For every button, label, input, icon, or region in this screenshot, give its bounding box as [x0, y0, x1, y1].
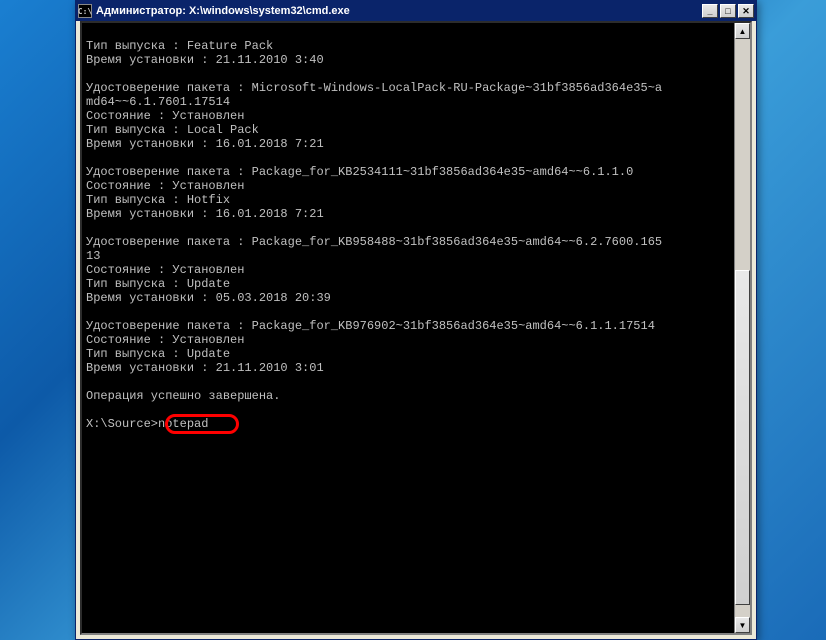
- close-button[interactable]: ✕: [738, 4, 754, 18]
- terminal-content: Тип выпуска : Feature Pack Время установ…: [82, 23, 750, 461]
- terminal-line: Состояние : Установлен: [86, 263, 244, 277]
- terminal-line: md64~~6.1.7601.17514: [86, 95, 230, 109]
- prompt-path: X:\Source>: [86, 417, 158, 431]
- terminal-area[interactable]: Тип выпуска : Feature Pack Время установ…: [80, 21, 752, 635]
- prompt-command[interactable]: notepad: [158, 417, 208, 431]
- app-icon: C:\: [78, 4, 92, 18]
- terminal-line: Состояние : Установлен: [86, 109, 244, 123]
- terminal-line: Удостоверение пакета : Package_for_KB253…: [86, 165, 633, 179]
- terminal-line: Удостоверение пакета : Package_for_KB958…: [86, 235, 662, 249]
- vertical-scrollbar[interactable]: ▲ ▼: [734, 23, 750, 633]
- terminal-line: Время установки : 21.11.2010 3:40: [86, 53, 324, 67]
- terminal-line: Время установки : 16.01.2018 7:21: [86, 137, 324, 151]
- terminal-line: Состояние : Установлен: [86, 333, 244, 347]
- terminal-line: Время установки : 16.01.2018 7:21: [86, 207, 324, 221]
- terminal-line: Тип выпуска : Update: [86, 277, 230, 291]
- terminal-line: Тип выпуска : Hotfix: [86, 193, 230, 207]
- window-title: Администратор: X:\windows\system32\cmd.e…: [96, 5, 702, 17]
- titlebar[interactable]: C:\ Администратор: X:\windows\system32\c…: [76, 1, 756, 21]
- window-controls: _ □ ✕: [702, 4, 754, 18]
- terminal-line: Время установки : 21.11.2010 3:01: [86, 361, 324, 375]
- terminal-line: Удостоверение пакета : Microsoft-Windows…: [86, 81, 662, 95]
- minimize-button[interactable]: _: [702, 4, 718, 18]
- terminal-line: Тип выпуска : Feature Pack: [86, 39, 273, 53]
- terminal-line: Время установки : 05.03.2018 20:39: [86, 291, 331, 305]
- scroll-down-button[interactable]: ▼: [735, 617, 750, 633]
- scrollbar-thumb[interactable]: [735, 270, 750, 605]
- terminal-line: Тип выпуска : Local Pack: [86, 123, 259, 137]
- terminal-line: Тип выпуска : Update: [86, 347, 230, 361]
- maximize-button[interactable]: □: [720, 4, 736, 18]
- terminal-line: Операция успешно завершена.: [86, 389, 280, 403]
- terminal-line: Удостоверение пакета : Package_for_KB976…: [86, 319, 655, 333]
- scrollbar-track[interactable]: [735, 39, 750, 617]
- scroll-up-button[interactable]: ▲: [735, 23, 750, 39]
- terminal-line: 13: [86, 249, 100, 263]
- cmd-window: C:\ Администратор: X:\windows\system32\c…: [75, 0, 757, 640]
- terminal-line: Состояние : Установлен: [86, 179, 244, 193]
